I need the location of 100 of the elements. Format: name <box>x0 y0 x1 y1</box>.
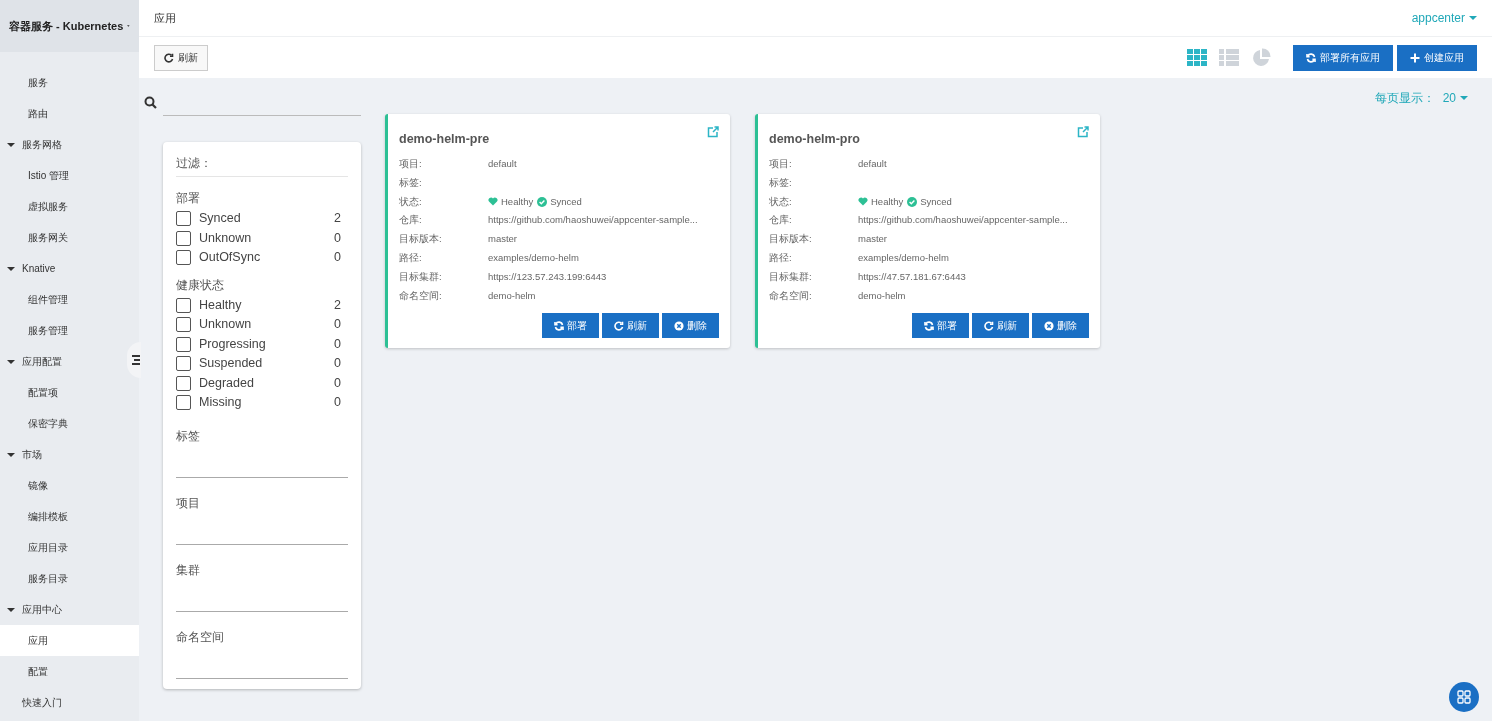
sidebar-group[interactable]: Knative <box>0 253 139 284</box>
sidebar-item[interactable]: 快速入门 <box>0 687 139 718</box>
refresh-button[interactable]: 刷新 <box>154 44 208 71</box>
field-value: default <box>858 157 887 171</box>
checkbox[interactable] <box>176 395 191 411</box>
field-label: 目标集群: <box>399 269 443 284</box>
filter-option-label: Missing <box>199 394 243 412</box>
field-value: demo-helm <box>488 288 536 303</box>
filter-group-title: 部署 <box>176 190 201 207</box>
plus-icon <box>1410 52 1420 63</box>
app-name[interactable]: demo-helm-pro <box>769 130 860 149</box>
sidebar-item[interactable]: 虚拟服务 <box>0 191 139 222</box>
sidebar-item[interactable]: 路由 <box>0 98 139 129</box>
sidebar-item[interactable]: 组件管理 <box>0 284 139 315</box>
checkbox[interactable] <box>176 317 191 333</box>
caret-icon <box>7 140 15 149</box>
sidebar-item[interactable]: 应用目录 <box>0 532 139 563</box>
sidebar-item[interactable]: 服务目录 <box>0 563 139 594</box>
sidebar-item[interactable]: Istio 管理 <box>0 160 139 191</box>
filter-field-label: 项目 <box>176 494 201 512</box>
filter-group-title: 健康状态 <box>176 276 225 294</box>
filter-option-label: OutOfSync <box>199 249 262 267</box>
filter-option-count: 0 <box>334 249 342 267</box>
delete-button[interactable]: 删除 <box>1032 313 1089 339</box>
field-label: 目标版本: <box>769 232 813 247</box>
sidebar-item[interactable]: 应用 <box>0 625 139 656</box>
external-link-icon[interactable] <box>1077 126 1089 138</box>
filter-option-label: Degraded <box>199 374 255 392</box>
checkbox[interactable] <box>176 375 191 391</box>
filter-title: 过滤： <box>176 154 348 177</box>
apps-grid-button[interactable] <box>1449 682 1479 712</box>
filter-option-count: 0 <box>334 394 342 412</box>
checkbox[interactable] <box>176 336 191 352</box>
delete-button[interactable]: 删除 <box>662 313 719 339</box>
checkbox[interactable] <box>176 230 191 246</box>
refresh-icon <box>164 52 174 63</box>
sync-status: Synced <box>537 194 582 209</box>
filter-option-label: Suspended <box>199 355 264 373</box>
field-value: examples/demo-helm <box>488 251 579 265</box>
health-status: Healthy <box>488 194 534 209</box>
menu-icon <box>132 355 140 365</box>
filter-option-count: 0 <box>334 335 342 353</box>
field-value: default <box>488 157 517 171</box>
grid-icon <box>1457 690 1471 704</box>
sync-icon <box>554 320 564 331</box>
sidebar-item[interactable]: 编排模板 <box>0 501 139 532</box>
deploy-button[interactable]: 部署 <box>912 313 969 339</box>
caret-icon <box>1469 14 1477 22</box>
sidebar-group[interactable]: 应用中心 <box>0 594 139 625</box>
sidebar-item[interactable]: 配置 <box>0 656 139 687</box>
sidebar-item[interactable]: 服务网关 <box>0 222 139 253</box>
field-label: 标签: <box>769 175 793 190</box>
sync-all-button[interactable]: 部署所有应用 <box>1293 44 1393 71</box>
field-value: https://github.com/haoshuwei/appcenter-sample... <box>488 213 698 228</box>
filter-option-label: Unknown <box>199 229 253 247</box>
sidebar-item[interactable]: 保密字典 <box>0 408 139 439</box>
checkbox[interactable] <box>176 297 191 313</box>
field-value: https://47.57.181.67:6443 <box>858 269 966 284</box>
deploy-button[interactable]: 部署 <box>542 313 599 339</box>
field-label: 路径: <box>399 251 423 265</box>
field-label: 仓库: <box>769 213 793 228</box>
sync-icon <box>924 320 934 331</box>
sidebar-item[interactable]: 配置项 <box>0 377 139 408</box>
search-icon <box>144 96 157 109</box>
sidebar-header[interactable]: 容器服务 - Kubernetes <box>0 0 139 52</box>
refresh-button[interactable]: 刷新 <box>972 313 1029 339</box>
health-status: Healthy <box>858 194 904 209</box>
field-value: examples/demo-helm <box>858 251 949 265</box>
caret-icon <box>7 450 15 459</box>
app-card[interactable]: demo-helm-pro 项目: default 标签: 状态: Healthy Synced 仓库: https://github.com/haoshuwei/appcenter-sample... 目标版本: master 路径: examples/demo-helm 目标集群: https://47.57.181.67:6443 命名空间: demo-helm 部署 刷新 删除 <box>755 114 1100 349</box>
refresh-icon <box>984 320 994 331</box>
caret-icon <box>1460 94 1468 102</box>
grid-view-icon[interactable] <box>1187 49 1207 66</box>
filter-field-label: 命名空间 <box>176 628 225 646</box>
checkbox[interactable] <box>176 250 191 266</box>
field-label: 命名空间: <box>399 288 443 303</box>
caret-icon <box>7 264 15 273</box>
filter-option-label: Synced <box>199 210 242 228</box>
filter-option-count: 0 <box>334 374 342 392</box>
field-value: master <box>858 232 888 247</box>
external-link-icon[interactable] <box>707 126 719 138</box>
app-card[interactable]: demo-helm-pre 项目: default 标签: 状态: Healthy Synced 仓库: https://github.com/haoshuwei/appcenter-sample... 目标版本: master 路径: examples/demo-helm 目标集群: https://123.57.243.199:6443 命名空间: demo-helm 部署 刷新 删除 <box>385 114 730 349</box>
sidebar-item[interactable]: 服务 <box>0 67 139 98</box>
delete-icon <box>1044 320 1054 331</box>
create-app-button[interactable]: 创建应用 <box>1397 44 1477 71</box>
field-label: 仓库: <box>399 213 423 228</box>
sidebar-item[interactable]: 服务管理 <box>0 315 139 346</box>
checkbox[interactable] <box>176 356 191 372</box>
field-value: master <box>488 232 518 247</box>
field-label: 状态: <box>769 194 793 209</box>
caret-icon <box>7 605 15 614</box>
sidebar-item[interactable]: 镜像 <box>0 470 139 501</box>
filter-option-count: 2 <box>334 296 342 314</box>
checkbox[interactable] <box>176 211 191 227</box>
app-name[interactable]: demo-helm-pre <box>399 130 490 149</box>
sidebar-group[interactable]: 服务网格 <box>0 129 139 160</box>
check-circle-icon <box>907 196 918 207</box>
refresh-button[interactable]: 刷新 <box>602 313 659 339</box>
sidebar-group[interactable]: 市场 <box>0 439 139 470</box>
field-label: 标签: <box>399 175 423 190</box>
